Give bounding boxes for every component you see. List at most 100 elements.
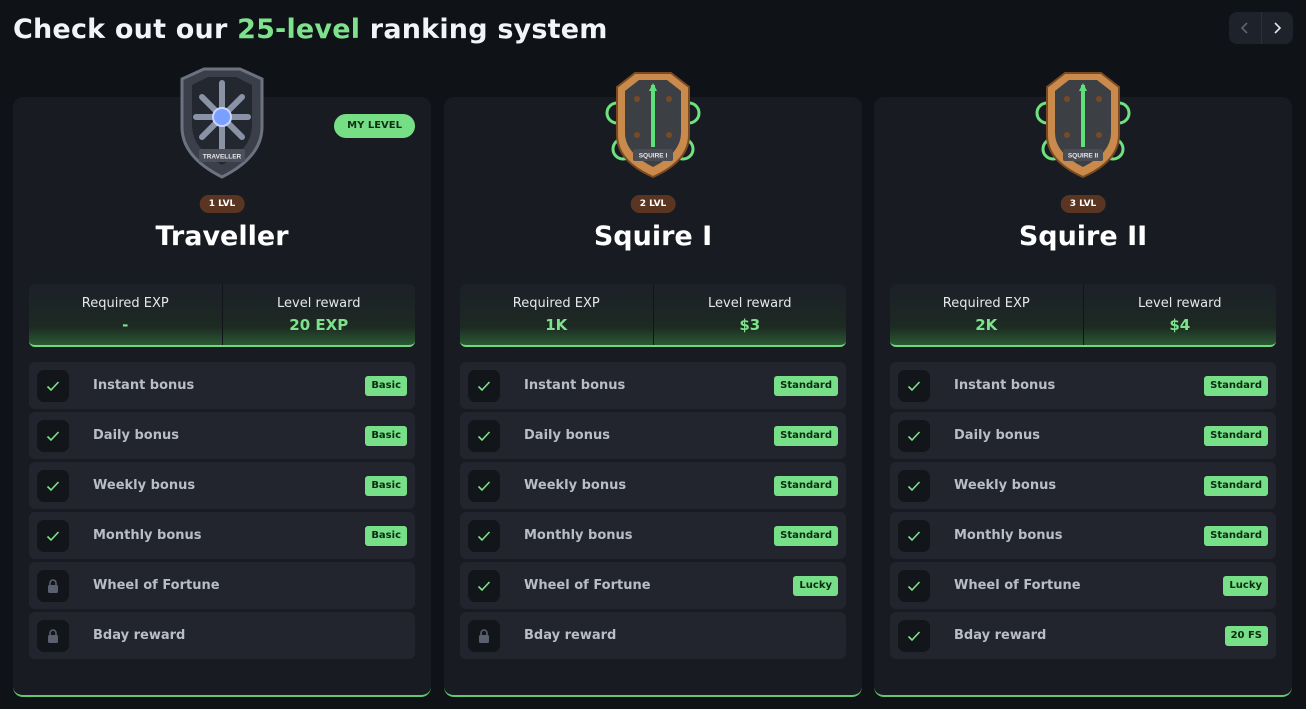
feature-label: Monthly bonus <box>93 528 202 543</box>
lock-icon <box>48 629 58 643</box>
feature-label: Monthly bonus <box>954 528 1063 543</box>
stat-value: 20 EXP <box>289 316 349 334</box>
feature-tier-badge: Standard <box>774 426 838 446</box>
feature-row: Instant bonus Standard <box>890 362 1276 409</box>
feature-label: Instant bonus <box>524 378 626 393</box>
badge-caption: SQUIRE I <box>639 153 668 160</box>
lock-box <box>468 620 500 652</box>
check-icon <box>46 431 60 442</box>
check-icon <box>477 431 491 442</box>
lock-icon <box>479 629 489 643</box>
feature-label: Monthly bonus <box>524 528 633 543</box>
feature-row: Monthly bonus Standard <box>460 512 846 559</box>
feature-row: Bday reward <box>460 612 846 659</box>
stat-value: $4 <box>1169 316 1191 334</box>
feature-row: Monthly bonus Basic <box>29 512 415 559</box>
badge-caption: SQUIRE II <box>1068 153 1099 160</box>
feature-row: Weekly bonus Standard <box>890 462 1276 509</box>
feature-row: Wheel of Fortune Lucky <box>890 562 1276 609</box>
badge-caption: TRAVELLER <box>203 154 242 161</box>
stat-cell: Required EXP 1K <box>460 284 653 345</box>
feature-list: Instant bonus Standard Daily bonus Standard… <box>890 362 1276 662</box>
feature-label: Bday reward <box>93 628 186 643</box>
feature-row: Daily bonus Standard <box>460 412 846 459</box>
check-icon <box>477 581 491 592</box>
stat-label: Level reward <box>708 296 792 311</box>
feature-row: Weekly bonus Basic <box>29 462 415 509</box>
next-button[interactable] <box>1260 12 1294 44</box>
feature-tier-badge: Basic <box>365 526 407 546</box>
check-box <box>37 370 69 402</box>
check-icon <box>907 531 921 542</box>
my-level-badge: MY LEVEL <box>334 114 415 138</box>
feature-label: Weekly bonus <box>524 478 627 493</box>
feature-tier-badge: Standard <box>1204 526 1268 546</box>
feature-row: Daily bonus Standard <box>890 412 1276 459</box>
feature-row: Bday reward 20 FS <box>890 612 1276 659</box>
check-icon <box>477 481 491 492</box>
level-name: Traveller <box>155 221 289 252</box>
stat-label: Required EXP <box>942 296 1030 311</box>
stat-label: Level reward <box>1138 296 1222 311</box>
feature-row: Instant bonus Standard <box>460 362 846 409</box>
stat-cell: Level reward $4 <box>1082 284 1277 345</box>
stat-cell: Level reward 20 EXP <box>221 284 416 345</box>
feature-row: Wheel of Fortune <box>29 562 415 609</box>
check-box <box>468 570 500 602</box>
chevron-left-icon <box>1240 22 1248 34</box>
feature-tier-badge: Standard <box>774 376 838 396</box>
feature-label: Wheel of Fortune <box>954 578 1081 593</box>
feature-list: Instant bonus Basic Daily bonus Basic Weekly… <box>29 362 415 662</box>
level-stats: Required EXP - Level reward 20 EXP <box>29 284 415 347</box>
traveller-badge-icon: TRAVELLER <box>180 67 264 179</box>
title-suffix: ranking system <box>360 14 608 45</box>
check-box <box>898 470 930 502</box>
feature-label: Bday reward <box>524 628 617 643</box>
stat-label: Required EXP <box>512 296 600 311</box>
feature-label: Instant bonus <box>954 378 1056 393</box>
ranking-page: Check out our 25-level ranking system TR… <box>0 0 1306 709</box>
level-name: Squire II <box>1018 221 1148 252</box>
stat-cell: Level reward $3 <box>652 284 847 345</box>
check-box <box>37 470 69 502</box>
feature-tier-badge: Standard <box>774 476 838 496</box>
check-box <box>898 370 930 402</box>
feature-label: Instant bonus <box>93 378 195 393</box>
level-card: SQUIRE II 3 LVL Squire II Required EXP 2K Lev… <box>874 72 1292 697</box>
check-box <box>468 420 500 452</box>
feature-label: Bday reward <box>954 628 1047 643</box>
feature-tier-badge: 20 FS <box>1224 626 1268 646</box>
check-box <box>468 370 500 402</box>
level-number-pill: 3 LVL <box>1060 195 1106 213</box>
stat-cell: Required EXP 2K <box>890 284 1083 345</box>
check-icon <box>46 381 60 392</box>
check-icon <box>907 581 921 592</box>
check-box <box>898 620 930 652</box>
check-box <box>898 420 930 452</box>
feature-tier-badge: Lucky <box>793 576 838 596</box>
check-box <box>468 470 500 502</box>
feature-label: Weekly bonus <box>93 478 196 493</box>
title-prefix: Check out our <box>13 14 238 45</box>
squire-badge-icon: SQUIRE I <box>605 72 701 179</box>
feature-tier-badge: Standard <box>1204 426 1268 446</box>
lock-box <box>37 570 69 602</box>
title-highlight: 25-level <box>237 14 361 45</box>
stat-cell: Required EXP - <box>29 284 222 345</box>
check-box <box>37 420 69 452</box>
check-icon <box>46 531 60 542</box>
feature-label: Daily bonus <box>954 428 1040 443</box>
feature-row: Bday reward <box>29 612 415 659</box>
check-icon <box>907 431 921 442</box>
feature-row: Instant bonus Basic <box>29 362 415 409</box>
check-icon <box>907 481 921 492</box>
prev-button[interactable] <box>1229 12 1261 44</box>
stat-label: Level reward <box>277 296 361 311</box>
feature-label: Wheel of Fortune <box>93 578 220 593</box>
chevron-right-icon <box>1274 22 1282 34</box>
feature-label: Wheel of Fortune <box>524 578 651 593</box>
level-name: Squire I <box>593 221 713 252</box>
stat-value: 2K <box>975 316 998 334</box>
level-stats: Required EXP 2K Level reward $4 <box>890 284 1276 347</box>
page-title: Check out our 25-level ranking system <box>13 14 608 45</box>
